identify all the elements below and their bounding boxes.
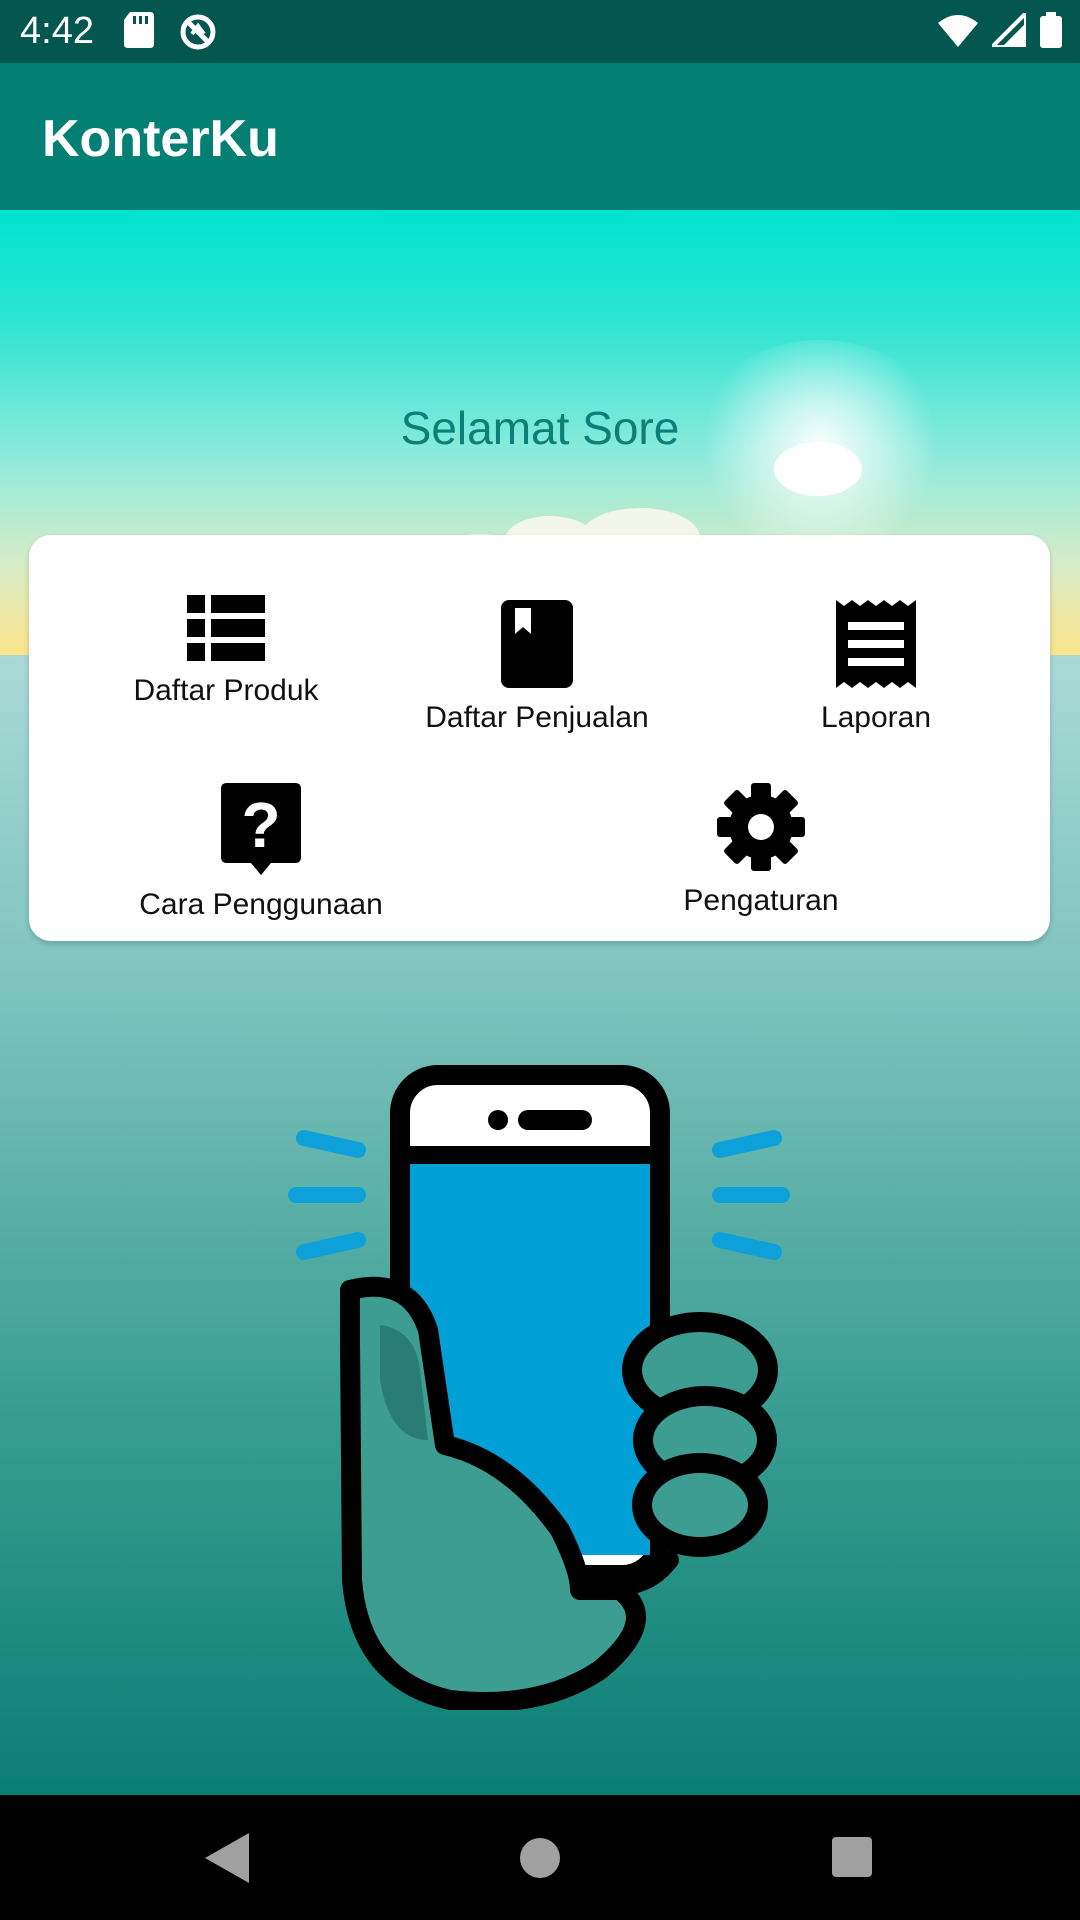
sd-card-icon bbox=[124, 12, 154, 48]
menu-item-daftar-penjualan[interactable]: Daftar Penjualan bbox=[387, 600, 687, 736]
hand-holding-phone-illustration bbox=[288, 1065, 790, 1710]
status-time: 4:42 bbox=[20, 10, 94, 52]
menu-item-label: Pengaturan bbox=[683, 884, 839, 917]
battery-icon bbox=[1040, 12, 1062, 48]
menu-item-daftar-produk[interactable]: Daftar Produk bbox=[91, 595, 361, 709]
menu-item-label: Laporan bbox=[820, 701, 932, 734]
svg-text:?: ? bbox=[241, 789, 280, 861]
gear-icon bbox=[717, 783, 805, 871]
menu-item-label: Cara Penggunaan bbox=[139, 888, 383, 921]
list-icon bbox=[187, 595, 265, 661]
book-icon bbox=[501, 600, 573, 688]
recents-icon[interactable] bbox=[830, 1835, 874, 1879]
home-icon[interactable] bbox=[518, 1836, 562, 1880]
menu-item-label: Daftar Produk bbox=[133, 674, 319, 707]
back-icon[interactable] bbox=[205, 1833, 249, 1883]
menu-card: Daftar Produk Daftar Penjualan Laporan ?… bbox=[29, 535, 1050, 941]
app-title: KonterKu bbox=[42, 110, 279, 168]
app-bar: KonterKu bbox=[0, 63, 1080, 210]
wifi-icon bbox=[938, 15, 978, 47]
menu-item-cara-penggunaan[interactable]: ? Cara Penggunaan bbox=[111, 783, 411, 923]
menu-item-laporan[interactable]: Laporan bbox=[741, 600, 1011, 736]
menu-item-label: Daftar Penjualan bbox=[425, 701, 649, 734]
receipt-icon bbox=[836, 600, 916, 688]
greeting-text: Selamat Sore bbox=[400, 402, 680, 454]
help-icon: ? bbox=[221, 783, 301, 875]
sync-icon bbox=[180, 14, 216, 50]
status-bar: 4:42 bbox=[0, 0, 1080, 63]
menu-item-pengaturan[interactable]: Pengaturan bbox=[626, 783, 896, 919]
navigation-bar bbox=[0, 1795, 1080, 1920]
signal-icon bbox=[992, 13, 1026, 47]
